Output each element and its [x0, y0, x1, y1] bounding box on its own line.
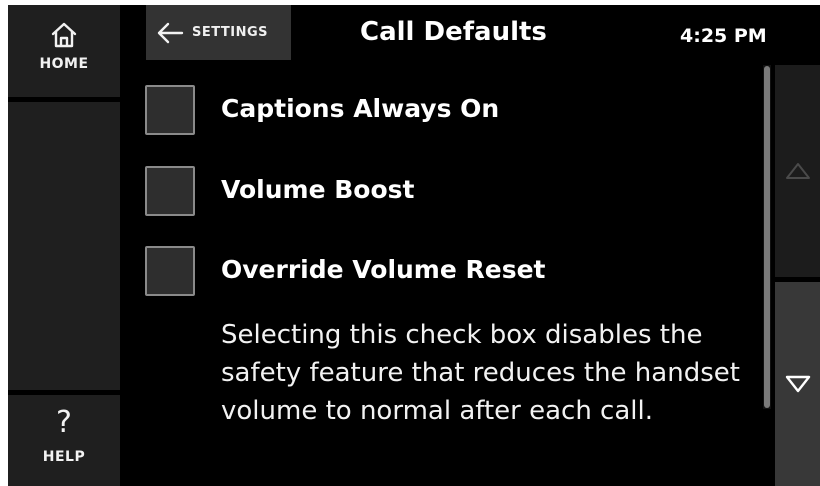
home-label: HOME — [39, 56, 89, 72]
back-label: SETTINGS — [192, 25, 269, 40]
checkbox-override-volume-reset[interactable] — [145, 246, 195, 296]
call-defaults-screen: HOME ? HELP SETTINGS Call Defaults 4:25 … — [8, 5, 820, 486]
checkbox-captions-always-on[interactable] — [145, 85, 195, 135]
triangle-up-icon — [785, 163, 810, 179]
triangle-down-icon — [785, 375, 810, 393]
left-nav: HOME ? HELP — [8, 5, 120, 486]
clock-time: 4:25 PM — [680, 25, 767, 47]
help-button[interactable]: ? HELP — [8, 395, 120, 486]
question-mark-icon: ? — [56, 405, 72, 440]
page-title: Call Defaults — [360, 17, 547, 47]
scroll-down-button[interactable] — [775, 282, 820, 486]
option-label: Volume Boost — [221, 175, 415, 204]
home-button[interactable]: HOME — [8, 5, 120, 97]
checkbox-volume-boost[interactable] — [145, 166, 195, 216]
home-icon — [51, 22, 77, 48]
help-label: HELP — [42, 449, 86, 465]
option-label: Override Volume Reset — [221, 255, 546, 284]
back-to-settings-button[interactable]: SETTINGS — [146, 5, 291, 60]
arrow-left-icon — [157, 22, 184, 43]
nav-spacer — [8, 102, 120, 390]
option-description: Selecting this check box disables the sa… — [221, 320, 740, 426]
scrollbar-thumb[interactable] — [764, 66, 770, 408]
scroll-up-button[interactable] — [775, 65, 820, 277]
option-label: Captions Always On — [221, 94, 500, 123]
